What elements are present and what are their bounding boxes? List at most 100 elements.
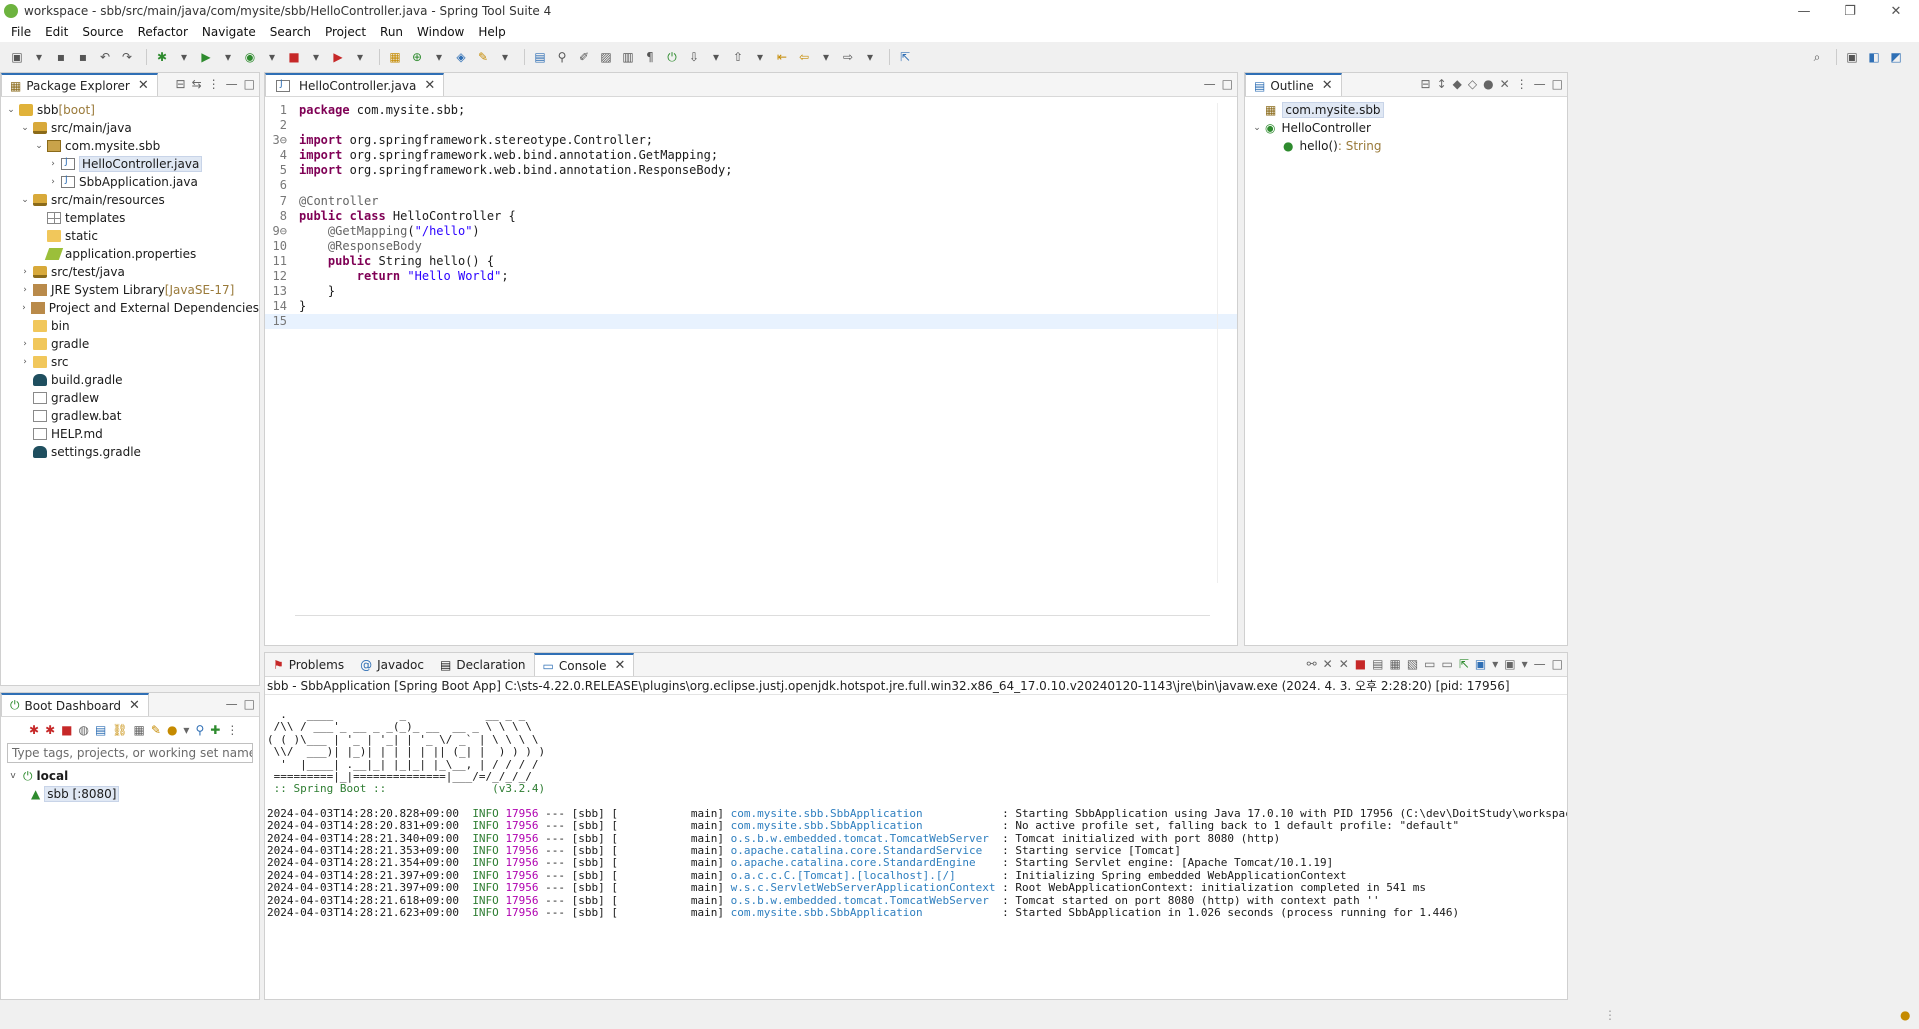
code-line[interactable]: 9⊖ @GetMapping("/hello") [265, 224, 1237, 239]
chevron-down-icon[interactable]: ⌄ [19, 123, 31, 133]
tree-item[interactable]: › JRE System Library [JavaSE-17] [1, 281, 259, 299]
run-icon[interactable]: ▶ [197, 49, 215, 65]
code-line[interactable]: 13 } [265, 284, 1237, 299]
minimize-icon[interactable]: — [226, 77, 238, 91]
dropdown-icon[interactable]: ▾ [219, 49, 237, 65]
hide-fields-icon[interactable]: ◆ [1453, 77, 1462, 91]
collapse-all-icon[interactable]: ⊟ [176, 77, 186, 91]
forward-icon[interactable]: ⇨ [839, 49, 857, 65]
tab-package-explorer[interactable]: ▦ Package Explorer ✕ [1, 73, 158, 96]
menu-source[interactable]: Source [75, 25, 130, 39]
menu-navigate[interactable]: Navigate [195, 25, 263, 39]
code-line[interactable]: 1 package com.mysite.sbb; [265, 103, 1237, 118]
log-logger[interactable]: o.apache.catalina.core.StandardService [731, 844, 996, 857]
redo-icon[interactable]: ↷ [118, 49, 136, 65]
boot-filter-input[interactable]: Type tags, projects, or working set name… [7, 743, 253, 763]
dropdown-icon[interactable]: ▾ [707, 49, 725, 65]
collapse-all-icon[interactable]: ⊟ [1421, 77, 1431, 91]
stop-icon[interactable]: ■ [285, 49, 303, 65]
dropdown-icon[interactable]: ▾ [430, 49, 448, 65]
dropdown-icon[interactable]: ▾ [496, 49, 514, 65]
chevron-right-icon[interactable]: › [19, 357, 31, 367]
horizontal-scrollbar[interactable] [295, 615, 1210, 625]
tree-item[interactable]: › src/test/java [1, 263, 259, 281]
maximize-icon[interactable]: □ [1552, 77, 1563, 91]
dropdown-icon[interactable]: ▾ [1522, 657, 1528, 671]
chevron-right-icon[interactable]: › [19, 339, 31, 349]
show-on-output-icon[interactable]: ▭ [1424, 657, 1435, 671]
code-line[interactable]: 6 [265, 178, 1237, 193]
tree-item[interactable]: ⌄ src/main/resources [1, 191, 259, 209]
maximize-icon[interactable]: □ [244, 697, 255, 711]
chevron-right-icon[interactable]: › [19, 303, 29, 313]
spring-boot-icon[interactable]: ⏻ [663, 49, 681, 65]
dropdown-icon[interactable]: ▾ [30, 49, 48, 65]
properties-icon[interactable]: ▦ [134, 723, 145, 737]
chevron-down-icon[interactable]: ⌄ [1251, 123, 1263, 133]
last-edit-location-icon[interactable]: ⇤ [773, 49, 791, 65]
chevron-down-icon[interactable]: v [7, 771, 19, 781]
code-editor[interactable]: 1 package com.mysite.sbb; 2 3⊖ import org.sp… [265, 97, 1237, 617]
dropdown-icon[interactable]: ▾ [1492, 657, 1498, 671]
new-icon[interactable]: ▣ [8, 49, 26, 65]
tree-item[interactable]: ⌄ com.mysite.sbb [1, 137, 259, 155]
view-menu-icon[interactable]: ⋮ [226, 723, 238, 737]
clear-console-icon[interactable]: ▤ [1372, 657, 1383, 671]
chevron-down-icon[interactable]: ⌄ [19, 195, 31, 205]
chevron-down-icon[interactable]: ⌄ [5, 105, 17, 115]
dropdown-icon[interactable]: ▾ [183, 723, 189, 737]
minimize-icon[interactable]: — [226, 697, 238, 711]
console-output[interactable]: . ____ _ __ _ _ /\\ / ___'_ __ _ _(_)_ _… [265, 695, 1567, 995]
menu-refactor[interactable]: Refactor [131, 25, 195, 39]
outline-item[interactable]: ⌄ ◉ HelloController [1245, 119, 1567, 137]
tab-declaration[interactable]: ▤ Declaration [432, 653, 534, 676]
open-console-icon[interactable]: ▣ [1504, 657, 1515, 671]
tree-item[interactable]: gradlew.bat [1, 407, 259, 425]
tab-boot-dashboard[interactable]: ⏻ Boot Dashboard ✕ [1, 693, 149, 716]
save-icon[interactable]: ▪ [52, 49, 70, 65]
menu-help[interactable]: Help [471, 25, 512, 39]
tree-item[interactable]: static [1, 227, 259, 245]
close-icon[interactable]: ✕ [129, 698, 140, 713]
log-logger[interactable]: o.s.b.w.embedded.tomcat.TomcatWebServer [731, 894, 996, 907]
open-type-icon[interactable]: ◈ [452, 49, 470, 65]
code-line[interactable]: 3⊖ import org.springframework.stereotype.… [265, 133, 1237, 148]
block-selection-icon[interactable]: ▨ [597, 49, 615, 65]
restart-icon[interactable]: ✱ [29, 723, 39, 737]
hide-static-icon[interactable]: ◇ [1468, 77, 1477, 91]
log-logger[interactable]: o.apache.catalina.core.StandardEngine [731, 856, 996, 869]
relaunch-icon[interactable]: ▶ [329, 49, 347, 65]
close-icon[interactable]: ✕ [1322, 78, 1333, 93]
tree-item[interactable]: › Project and External Dependencies [1, 299, 259, 317]
pin-editor-icon[interactable]: ⇱ [896, 49, 914, 65]
log-logger[interactable]: o.a.c.c.C.[Tomcat].[localhost].[/] [731, 869, 996, 882]
edit-icon[interactable]: ✎ [151, 723, 161, 737]
show-on-error-icon[interactable]: ▭ [1442, 657, 1453, 671]
menu-window[interactable]: Window [410, 25, 471, 39]
link-icon[interactable]: ⛓ [112, 723, 127, 737]
coverage-icon[interactable]: ◉ [241, 49, 259, 65]
dropdown-icon[interactable]: ▾ [351, 49, 369, 65]
tab-outline[interactable]: ▤ Outline ✕ [1245, 73, 1342, 96]
filter-icon[interactable]: ⚲ [195, 723, 204, 737]
stop-icon[interactable]: ■ [61, 723, 72, 737]
outline-item[interactable]: ▦ com.mysite.sbb [1245, 101, 1567, 119]
remove-launch-icon[interactable]: ✕ [1323, 657, 1333, 671]
search-icon[interactable]: ⌕ [1808, 49, 1826, 65]
disconnect-icon[interactable]: ⚯ [1307, 657, 1317, 671]
terminal-icon[interactable]: ▤ [531, 49, 549, 65]
dropdown-icon[interactable]: ▾ [263, 49, 281, 65]
dropdown-icon[interactable]: ▾ [175, 49, 193, 65]
code-line[interactable]: 7 @Controller [265, 194, 1237, 209]
code-line[interactable]: 12 return "Hello World"; [265, 269, 1237, 284]
close-icon[interactable]: ✕ [424, 78, 435, 93]
debug-icon[interactable]: ✱ [153, 49, 171, 65]
dropdown-icon[interactable]: ▾ [817, 49, 835, 65]
dropdown-icon[interactable]: ▾ [861, 49, 879, 65]
close-icon[interactable]: ✕ [138, 78, 149, 93]
show-whitespace-icon[interactable]: ¶ [641, 49, 659, 65]
search-tool-icon[interactable]: ✎ [474, 49, 492, 65]
tree-item[interactable]: › HelloController.java [1, 155, 259, 173]
tree-item[interactable]: settings.gradle [1, 443, 259, 461]
minimize-button[interactable]: — [1781, 4, 1827, 19]
